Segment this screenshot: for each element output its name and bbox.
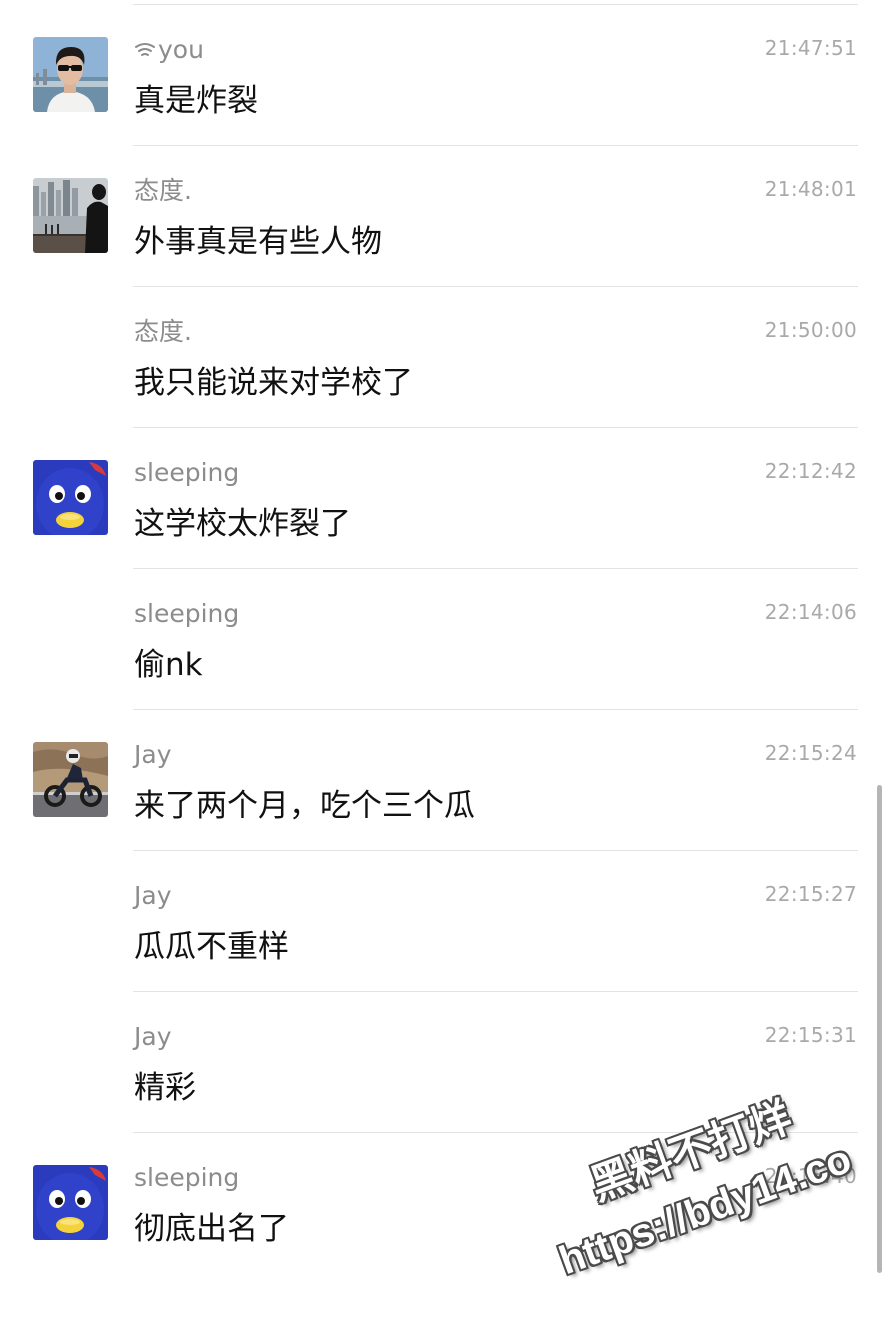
chat-message[interactable]: Jay 22:15:27 瓜瓜不重样 [0, 851, 892, 992]
avatar[interactable] [33, 460, 108, 535]
message-time: 22:15:24 [764, 741, 857, 765]
chat-message[interactable]: Jay 22:15:31 精彩 [0, 992, 892, 1133]
message-time: 21:48:01 [764, 177, 857, 201]
chat-message[interactable]: 态度. 21:48:01 外事真是有些人物 [0, 146, 892, 287]
chat-message[interactable]: sleeping 22:12:42 这学校太炸裂了 [0, 428, 892, 569]
chat-message[interactable]: 态度. 21:50:00 我只能说来对学校了 [0, 287, 892, 428]
chat-message-list[interactable]: you 21:47:51 真是炸裂 态度. 21:48:01 外事真是有些人物 … [0, 0, 892, 1280]
avatar[interactable] [33, 742, 108, 817]
message-text[interactable]: 真是炸裂 [134, 79, 258, 123]
young-man-sunglasses-icon [33, 37, 108, 112]
message-text[interactable]: 彻底出名了 [134, 1207, 289, 1251]
message-time: 22:15:27 [764, 882, 857, 906]
message-text[interactable]: 我只能说来对学校了 [134, 361, 413, 405]
scrollbar[interactable] [877, 785, 882, 1273]
message-text[interactable]: 偷nk [134, 643, 203, 687]
sender-name-text: you [158, 35, 204, 64]
sender-name: you [134, 35, 204, 65]
message-time: 21:50:00 [764, 318, 857, 342]
message-time: 22:14:06 [764, 600, 857, 624]
message-text[interactable]: 来了两个月，吃个三个瓜 [134, 784, 475, 828]
message-text[interactable]: 外事真是有些人物 [134, 220, 382, 264]
message-text[interactable]: 瓜瓜不重样 [134, 925, 289, 969]
sender-name: sleeping [134, 599, 240, 628]
avatar[interactable] [33, 1165, 108, 1240]
avatar[interactable] [33, 178, 108, 253]
message-time: 22:12:42 [764, 459, 857, 483]
sender-name: Jay [134, 881, 172, 910]
blue-penguin-icon [33, 1165, 108, 1240]
city-skyline-silhouette-icon [33, 178, 108, 253]
sender-name: Jay [134, 740, 172, 769]
sender-name: 态度. [134, 317, 192, 346]
chat-message[interactable]: sleeping 22:14:06 偷nk [0, 569, 892, 710]
message-text[interactable]: 精彩 [134, 1066, 196, 1110]
sender-name: 态度. [134, 176, 192, 205]
sender-name: Jay [134, 1022, 172, 1051]
sender-name: sleeping [134, 458, 240, 487]
message-time: 22:15:31 [764, 1023, 857, 1047]
message-time: 21:47:51 [764, 36, 857, 60]
message-text[interactable]: 这学校太炸裂了 [134, 502, 351, 546]
sender-name: sleeping [134, 1163, 240, 1192]
avatar[interactable] [33, 37, 108, 112]
message-time: 22:15:40 [764, 1164, 857, 1188]
motorcycle-rider-icon [33, 742, 108, 817]
chat-message[interactable]: sleeping 22:15:40 彻底出名了 [0, 1133, 892, 1274]
blue-penguin-icon [33, 460, 108, 535]
chat-message[interactable]: you 21:47:51 真是炸裂 [0, 5, 892, 146]
chat-message[interactable]: Jay 22:15:24 来了两个月，吃个三个瓜 [0, 710, 892, 851]
wifi-icon [135, 43, 155, 56]
